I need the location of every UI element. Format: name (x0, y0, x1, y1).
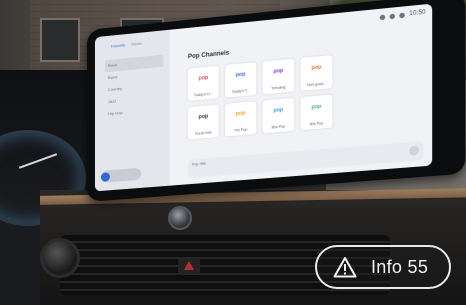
channel-tile[interactable]: pop Fresh Hits (188, 104, 219, 139)
channel-logo: pop (307, 100, 326, 114)
channel-tile[interactable]: pop Today's T... (225, 62, 256, 98)
channel-grid: pop Today's H... pop Today's T... pop Tr… (188, 55, 335, 140)
car-dashboard-photo: 10:50 Favorite Music Rock Band Country J… (0, 0, 466, 305)
channel-label: 80s Pop (265, 124, 292, 130)
main-content: Pop Channels pop Today's H... pop Today'… (176, 4, 433, 186)
channel-logo: pop (194, 71, 213, 85)
warning-triangle-icon (333, 256, 357, 278)
info-label: Info 55 (371, 257, 428, 278)
channel-tile[interactable]: pop Today's H... (188, 66, 219, 101)
channel-label: Feel good... (303, 81, 331, 88)
now-playing-title: Pop Hits (192, 162, 206, 167)
climate-knob[interactable] (40, 238, 80, 278)
channel-tile[interactable]: pop Trending (263, 59, 295, 95)
channel-label: 90s Pop (303, 121, 331, 127)
now-playing-bar[interactable]: Pop Hits (188, 141, 423, 178)
infotainment-screen: 10:50 Favorite Music Rock Band Country J… (95, 4, 432, 192)
sidebar-tabs: Favorite Music (111, 41, 142, 49)
tab-favorite[interactable]: Favorite (111, 42, 126, 48)
tab-music[interactable]: Music (132, 41, 143, 47)
channel-label: Today's H... (190, 91, 217, 97)
channel-logo: pop (269, 64, 288, 78)
genre-list: Rock Band Country Jazz Hip-Hop (105, 55, 164, 121)
volume-knob[interactable] (168, 206, 192, 230)
infotainment-bezel: 10:50 Favorite Music Rock Band Country J… (87, 0, 465, 202)
sidebar: Favorite Music Rock Band Country Jazz Hi… (95, 30, 170, 192)
info-badge: Info 55 (315, 245, 451, 289)
channel-tile[interactable]: pop Feel good... (300, 55, 332, 91)
channel-logo: pop (307, 61, 326, 75)
channel-tile[interactable]: pop 80s Pop (263, 98, 295, 134)
channel-label: Fresh Hits (190, 130, 217, 136)
channel-logo: pop (194, 110, 213, 124)
channel-tile[interactable]: pop 90s Pop (300, 94, 332, 130)
channel-logo: pop (231, 68, 250, 82)
channel-label: Today's T... (227, 88, 254, 95)
building-window (40, 18, 80, 62)
channel-logo: pop (231, 107, 250, 121)
channel-label: Trending (265, 85, 292, 92)
channel-label: 70s Pop (227, 127, 254, 133)
channel-logo: pop (269, 103, 288, 117)
play-pause-icon[interactable] (409, 146, 419, 156)
page-title: Pop Channels (188, 50, 229, 60)
channel-tile[interactable]: pop 70s Pop (225, 101, 256, 136)
hazard-button[interactable] (178, 258, 200, 274)
